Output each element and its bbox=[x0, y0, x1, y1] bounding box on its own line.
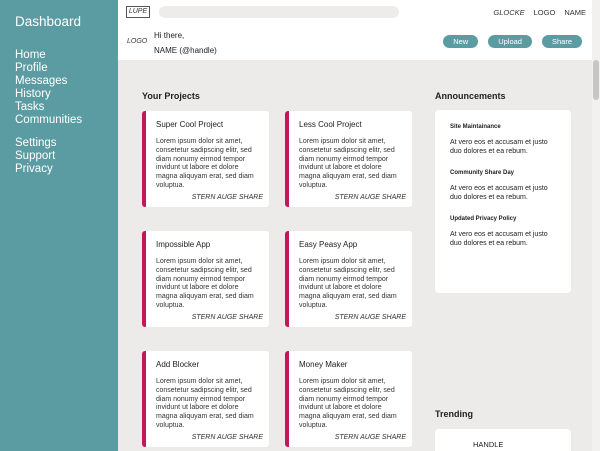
sidebar-nav-secondary: Settings Support Privacy bbox=[15, 137, 118, 176]
project-actions[interactable]: STERN AUGE SHARE bbox=[335, 434, 406, 441]
announcement-title: Site Maintainance bbox=[450, 124, 501, 130]
sidebar-item-communities[interactable]: Communities bbox=[15, 114, 118, 127]
header: LUPE GLOCKE LOGO NAME LOGO Hi there, NAM… bbox=[118, 0, 592, 60]
announcements-title: Announcements bbox=[435, 91, 506, 101]
sidebar-item-messages[interactable]: Messages bbox=[15, 75, 118, 88]
project-body: Lorem ipsum dolor sit amet, consetetur s… bbox=[156, 138, 254, 189]
project-body: Lorem ipsum dolor sit amet, consetetur s… bbox=[299, 258, 397, 309]
sidebar-item-settings[interactable]: Settings bbox=[15, 137, 118, 150]
project-title: Impossible App bbox=[156, 240, 211, 249]
trending-panel: HANDLE bbox=[435, 429, 571, 451]
sidebar-item-profile[interactable]: Profile bbox=[15, 62, 118, 75]
search-icon[interactable]: LUPE bbox=[126, 6, 150, 18]
project-body: Lorem ipsum dolor sit amet, consetetur s… bbox=[299, 138, 397, 189]
sidebar-item-home[interactable]: Home bbox=[15, 49, 118, 62]
greeting: Hi there, NAME (@handle) bbox=[154, 28, 217, 58]
project-card[interactable]: Less Cool Project Lorem ipsum dolor sit … bbox=[285, 111, 412, 207]
scrollbar-thumb[interactable] bbox=[593, 60, 599, 100]
announcement-title: Community Share Day bbox=[450, 170, 515, 176]
trending-title: Trending bbox=[435, 409, 473, 419]
upload-button[interactable]: Upload bbox=[488, 35, 532, 48]
projects-title: Your Projects bbox=[142, 91, 200, 101]
announcement-item[interactable]: Community Share Day At vero eos et accus… bbox=[450, 170, 561, 202]
new-button[interactable]: New bbox=[443, 35, 479, 48]
announcement-title: Updated Privacy Policy bbox=[450, 216, 517, 222]
sidebar-item-support[interactable]: Support bbox=[15, 150, 118, 163]
announcement-item[interactable]: Site Maintainance At vero eos et accusam… bbox=[450, 124, 561, 156]
project-card[interactable]: Super Cool Project Lorem ipsum dolor sit… bbox=[142, 111, 269, 207]
sidebar-item-history[interactable]: History bbox=[15, 88, 118, 101]
project-actions[interactable]: STERN AUGE SHARE bbox=[192, 434, 263, 441]
project-body: Lorem ipsum dolor sit amet, consetetur s… bbox=[156, 258, 254, 309]
search-input[interactable] bbox=[159, 6, 399, 18]
sidebar-nav: Home Profile Messages History Tasks Comm… bbox=[15, 49, 118, 127]
sidebar-dashboard-link[interactable]: Dashboard bbox=[15, 14, 118, 29]
header-actions: New Upload Share bbox=[443, 35, 582, 48]
project-title: Super Cool Project bbox=[156, 120, 224, 129]
project-actions[interactable]: STERN AUGE SHARE bbox=[335, 314, 406, 321]
trending-handle[interactable]: HANDLE bbox=[473, 440, 503, 449]
announcement-body: At vero eos et accusam et justo duo dolo… bbox=[450, 231, 548, 247]
project-card[interactable]: Add Blocker Lorem ipsum dolor sit amet, … bbox=[142, 351, 269, 447]
sidebar: Dashboard Home Profile Messages History … bbox=[0, 0, 118, 451]
project-body: Lorem ipsum dolor sit amet, consetetur s… bbox=[299, 378, 397, 429]
project-card[interactable]: Easy Peasy App Lorem ipsum dolor sit ame… bbox=[285, 231, 412, 327]
project-title: Add Blocker bbox=[156, 360, 200, 369]
project-title: Money Maker bbox=[299, 360, 348, 369]
sidebar-item-privacy[interactable]: Privacy bbox=[15, 163, 118, 176]
header-logo: LOGO bbox=[533, 8, 556, 17]
sidebar-item-tasks[interactable]: Tasks bbox=[15, 101, 118, 114]
announcement-body: At vero eos et accusam et justo duo dolo… bbox=[450, 139, 548, 155]
project-actions[interactable]: STERN AUGE SHARE bbox=[192, 194, 263, 201]
project-title: Easy Peasy App bbox=[299, 240, 358, 249]
project-title: Less Cool Project bbox=[299, 120, 362, 129]
share-button[interactable]: Share bbox=[541, 35, 582, 48]
bell-icon[interactable]: GLOCKE bbox=[493, 8, 524, 17]
project-card[interactable]: Impossible App Lorem ipsum dolor sit ame… bbox=[142, 231, 269, 327]
announcements-panel: Site Maintainance At vero eos et accusam… bbox=[435, 110, 571, 293]
announcement-body: At vero eos et accusam et justo duo dolo… bbox=[450, 185, 548, 201]
top-links: GLOCKE LOGO NAME bbox=[493, 8, 586, 17]
project-body: Lorem ipsum dolor sit amet, consetetur s… bbox=[156, 378, 254, 429]
header-username[interactable]: NAME bbox=[564, 8, 586, 17]
avatar: LOGO bbox=[127, 38, 148, 45]
project-actions[interactable]: STERN AUGE SHARE bbox=[335, 194, 406, 201]
project-card[interactable]: Money Maker Lorem ipsum dolor sit amet, … bbox=[285, 351, 412, 447]
greeting-text: Hi there, bbox=[154, 31, 185, 40]
scrollbar[interactable] bbox=[592, 0, 600, 451]
announcement-item[interactable]: Updated Privacy Policy At vero eos et ac… bbox=[450, 216, 561, 248]
project-actions[interactable]: STERN AUGE SHARE bbox=[192, 314, 263, 321]
user-handle: NAME (@handle) bbox=[154, 46, 217, 55]
